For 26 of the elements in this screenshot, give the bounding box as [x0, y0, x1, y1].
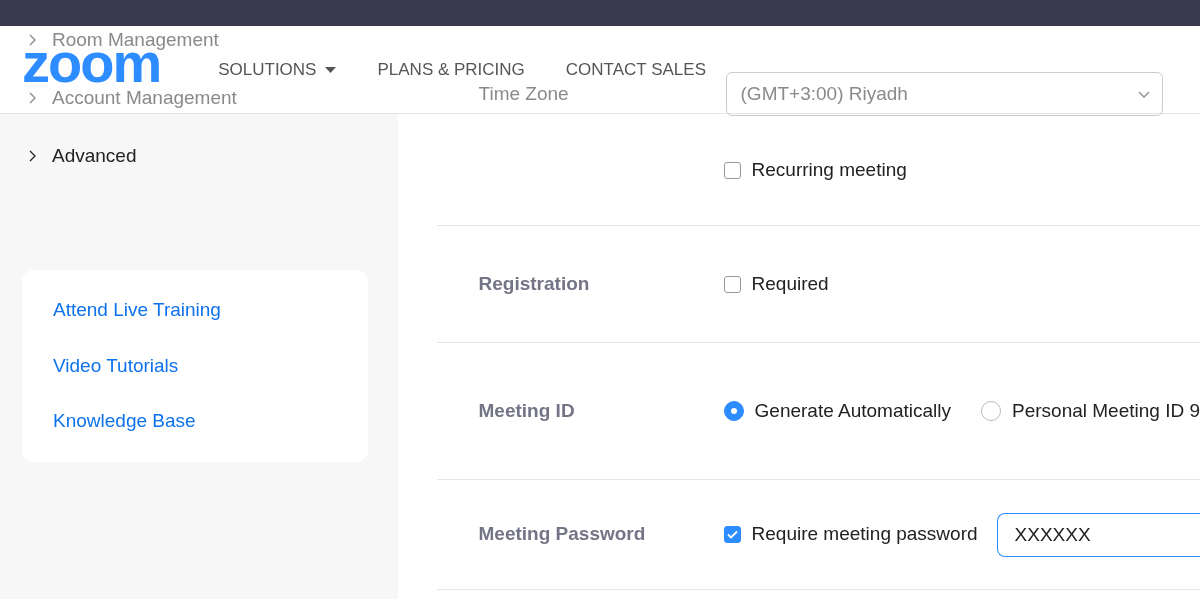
field-label: Time Zone — [477, 81, 570, 106]
nav-link[interactable]: PLANS & PRICING — [377, 56, 525, 83]
checkbox[interactable] — [723, 526, 741, 543]
option-label: Generate Automatically — [754, 398, 951, 423]
option-label: Personal Meeting ID 9 — [1012, 398, 1200, 423]
sidebar-item[interactable]: Account Management — [52, 83, 237, 113]
checkbox-label: Recurring meeting — [751, 158, 907, 183]
time-zone-dropdown[interactable]: (GMT+3:00) Riyadh — [725, 72, 1163, 116]
help-link[interactable]: Video Tutorials — [53, 351, 368, 380]
field-label: Registration — [477, 271, 591, 296]
zoom-logo[interactable]: zoom — [22, 51, 161, 85]
option-label: Required — [751, 271, 829, 296]
checkbox[interactable] — [723, 162, 741, 179]
help-link[interactable]: Knowledge Base — [53, 407, 368, 436]
check-icon — [726, 530, 738, 539]
checkbox[interactable] — [723, 275, 741, 293]
field-label: Meeting ID — [477, 398, 576, 423]
field-label: Meeting Password — [477, 522, 647, 547]
sidebar-item[interactable]: Advanced — [52, 141, 137, 171]
option-label: Require meeting password — [751, 522, 978, 547]
nav-link[interactable]: CONTACT SALES — [565, 56, 706, 83]
radio-button[interactable] — [723, 401, 744, 421]
nav-link[interactable]: SOLUTIONS — [218, 56, 337, 83]
help-link[interactable]: Attend Live Training — [53, 296, 368, 325]
password-field[interactable]: XXXXXX — [996, 512, 1200, 557]
radio-button[interactable] — [981, 401, 1001, 421]
